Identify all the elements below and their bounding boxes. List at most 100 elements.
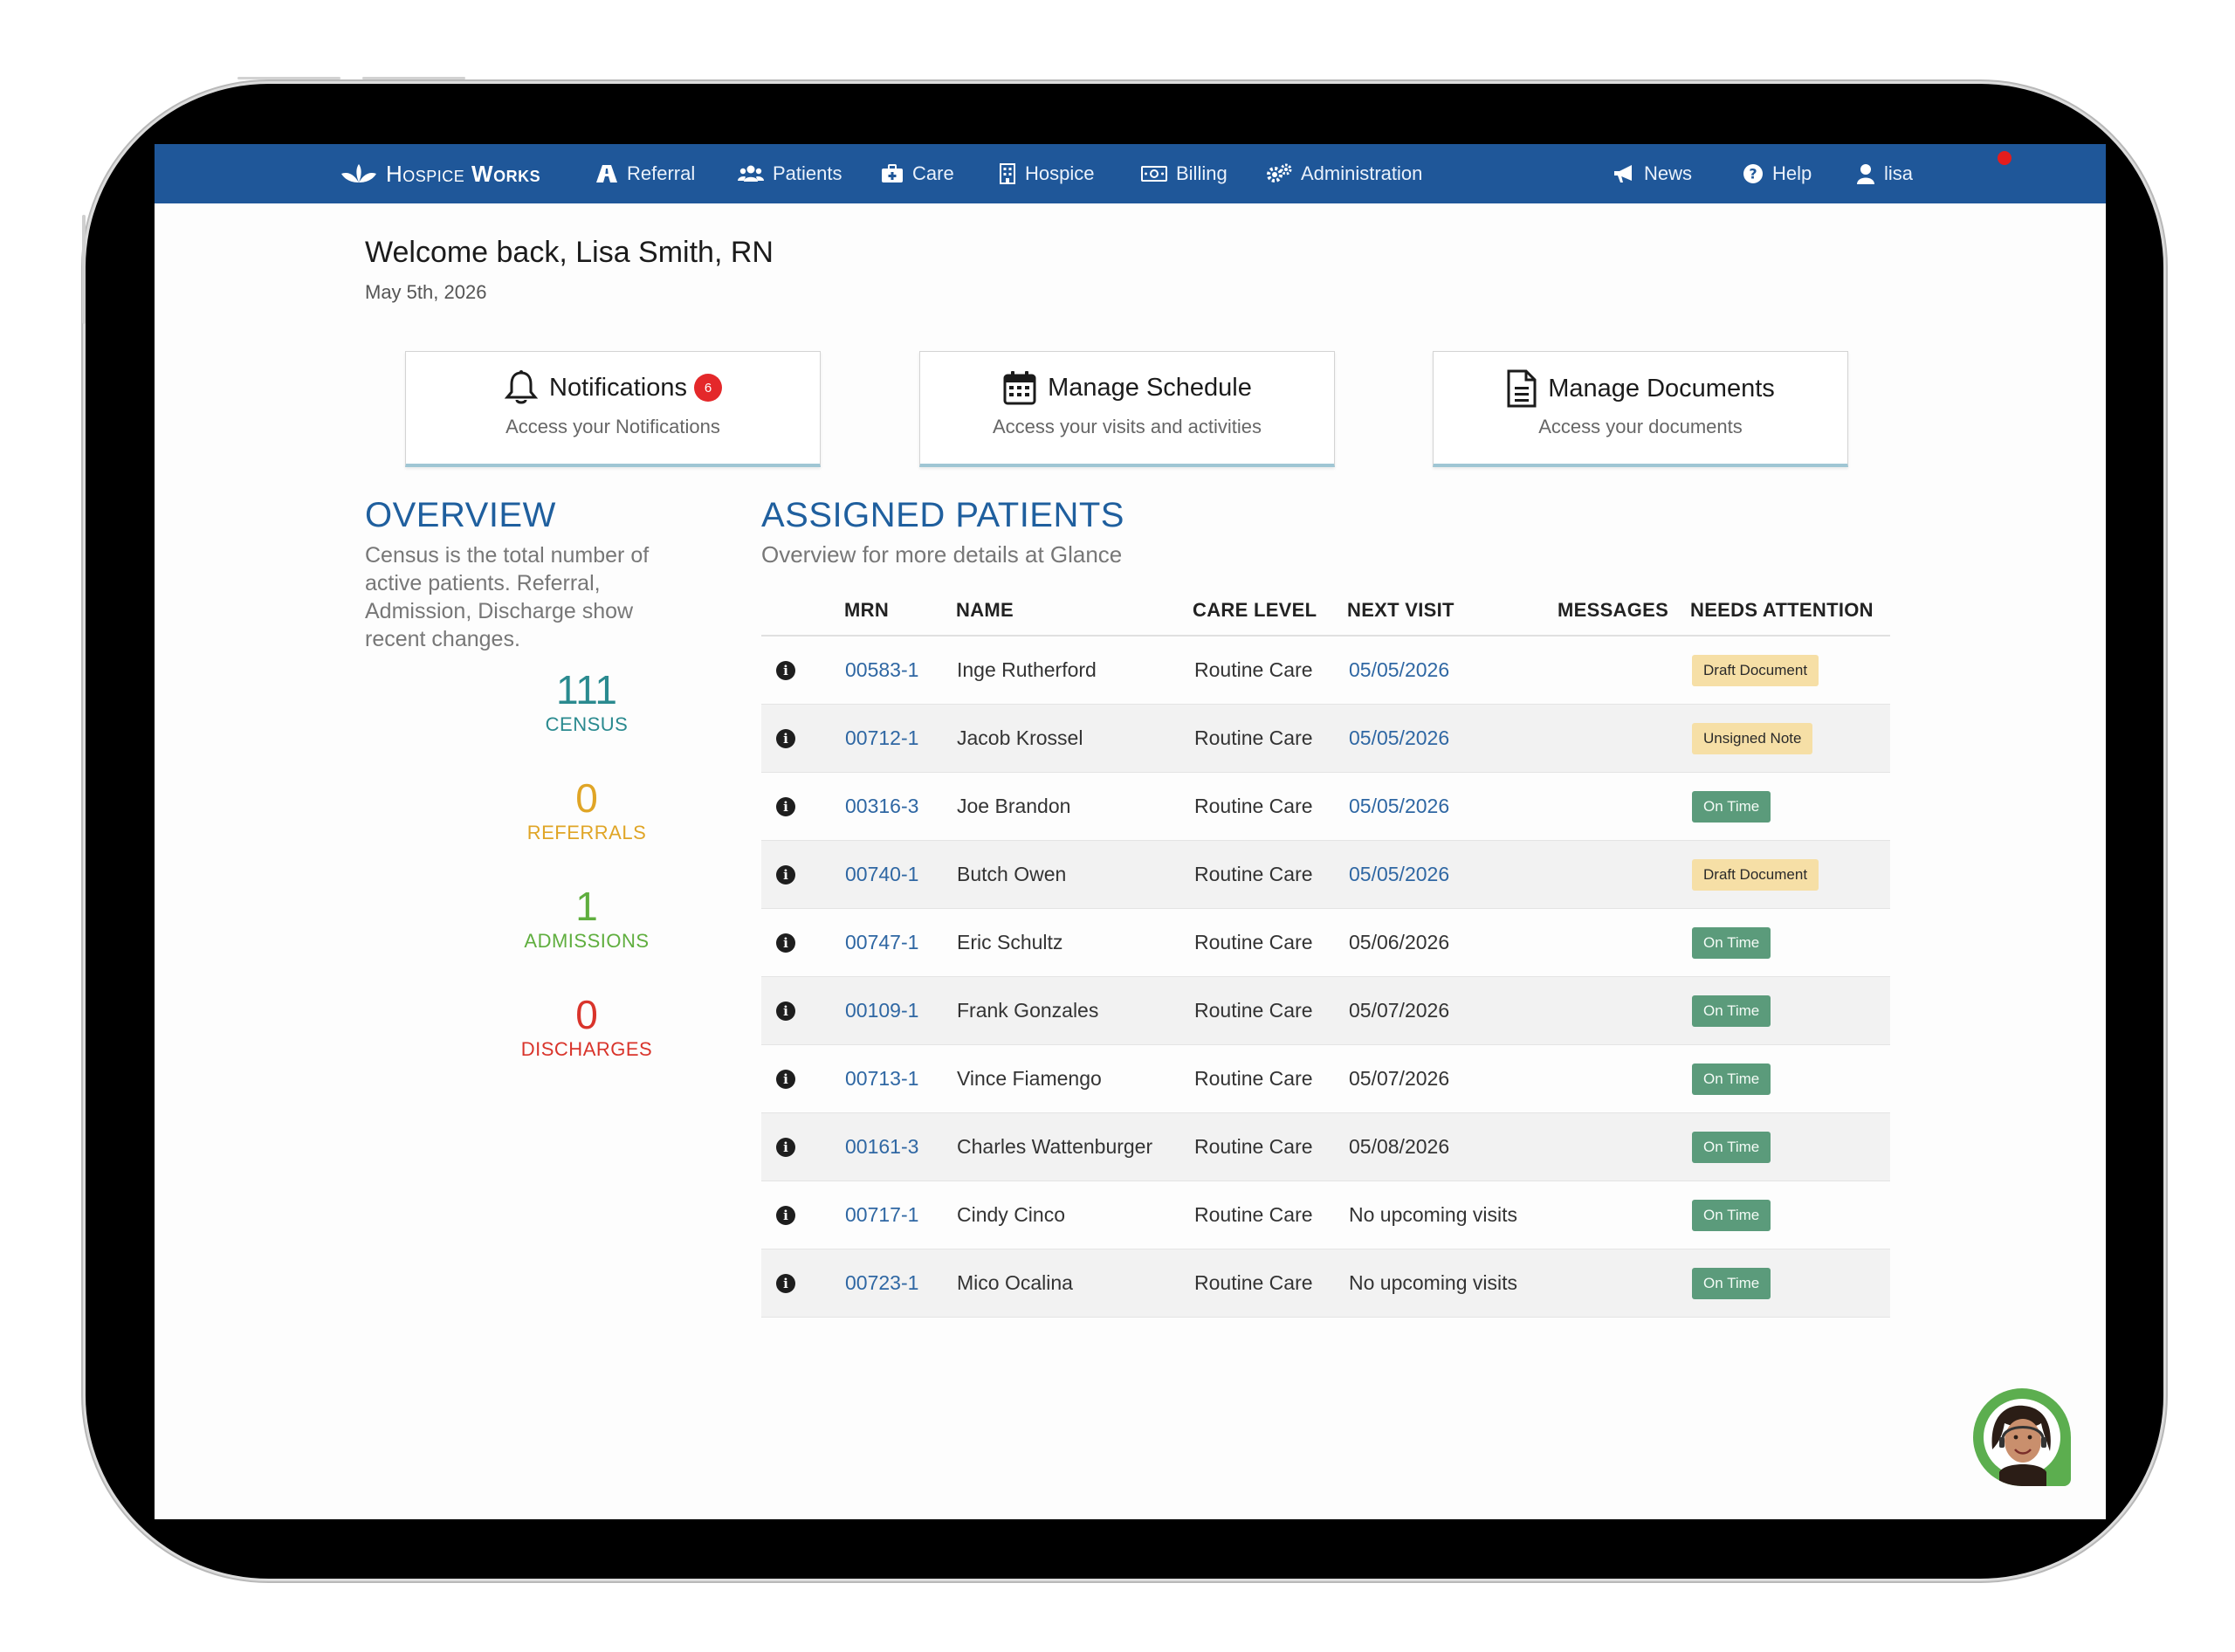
nav-news[interactable]: News [1613, 144, 1692, 203]
nav-label: Help [1772, 162, 1812, 184]
document-icon [1507, 369, 1537, 408]
needs-attention-tag[interactable]: On Time [1692, 1131, 1771, 1163]
needs-attention-tag[interactable]: On Time [1692, 790, 1771, 823]
needs-attention-tag[interactable]: On Time [1692, 1063, 1771, 1095]
patient-mrn-link[interactable]: 00316-3 [845, 773, 918, 840]
column-header-messages[interactable]: MESSAGES [1558, 585, 1668, 635]
needs-attention-cell: Unsigned Note [1692, 705, 1813, 772]
row-info-button[interactable]: i [776, 1181, 795, 1249]
support-chat-avatar[interactable] [1973, 1388, 2071, 1486]
info-icon: i [776, 1069, 795, 1089]
table-row[interactable]: i 00316-3 Joe Brandon Routine Care 05/05/202… [761, 773, 1890, 841]
row-info-button[interactable]: i [776, 705, 795, 772]
needs-attention-tag[interactable]: On Time [1692, 1199, 1771, 1231]
needs-attention-tag[interactable]: On Time [1692, 1267, 1771, 1299]
info-icon: i [776, 1273, 795, 1293]
care-level: Routine Care [1194, 863, 1313, 885]
table-row[interactable]: i 00712-1 Jacob Krossel Routine Care 05/05/2… [761, 705, 1890, 773]
care-level: Routine Care [1194, 1135, 1313, 1158]
patient-name: Eric Schultz [957, 931, 1063, 953]
current-date: May 5th, 2026 [365, 281, 487, 303]
needs-attention-tag[interactable]: On Time [1692, 995, 1771, 1027]
row-info-button[interactable]: i [776, 909, 795, 976]
nav-care[interactable]: Care [881, 144, 954, 203]
patient-mrn-link[interactable]: 00747-1 [845, 909, 918, 976]
needs-attention-tag[interactable]: Unsigned Note [1692, 722, 1813, 754]
next-visit[interactable]: 05/05/2026 [1349, 773, 1449, 840]
table-row[interactable]: i 00717-1 Cindy Cinco Routine Care No upcomi… [761, 1181, 1890, 1249]
needs-attention-tag[interactable]: Draft Document [1692, 858, 1819, 891]
overview-title: OVERVIEW [365, 496, 556, 534]
manage-schedule-card[interactable]: Manage Schedule Access your visits and a… [919, 351, 1335, 467]
row-info-button[interactable]: i [776, 773, 795, 840]
row-info-button[interactable]: i [776, 1045, 795, 1112]
nav-administration[interactable]: Administration [1266, 144, 1422, 203]
nav-referral[interactable]: Referral [595, 144, 695, 203]
patient-mrn-link[interactable]: 00583-1 [845, 637, 918, 704]
patient-name: Charles Wattenburger [957, 1135, 1153, 1158]
tablet-top-button [362, 77, 465, 79]
patient-mrn-link[interactable]: 00712-1 [845, 705, 918, 772]
needs-attention-tag[interactable]: Draft Document [1692, 654, 1819, 686]
next-visit: No upcoming visits [1349, 1203, 1518, 1226]
table-row[interactable]: i 00723-1 Mico Ocalina Routine Care No upcom… [761, 1249, 1890, 1318]
nav-user[interactable]: lisa [1856, 144, 1913, 203]
needs-attention-cell: On Time [1692, 1249, 1771, 1317]
patient-mrn-link[interactable]: 00717-1 [845, 1181, 918, 1249]
logo[interactable]: Hospice Works [340, 144, 540, 203]
column-header-name[interactable]: NAME [956, 585, 1014, 635]
notifications-title: Notifications [549, 373, 687, 402]
patient-mrn-link[interactable]: 00161-3 [845, 1113, 918, 1180]
stat-discharges[interactable]: 0 DISCHARGES [478, 993, 696, 1061]
manage-documents-card[interactable]: Manage Documents Access your documents [1433, 351, 1848, 467]
next-visit[interactable]: 05/05/2026 [1349, 637, 1449, 704]
patient-name: Cindy Cinco [957, 1203, 1065, 1226]
next-visit: No upcoming visits [1349, 1271, 1518, 1294]
care-level: Routine Care [1194, 795, 1313, 817]
stat-census[interactable]: 111 CENSUS [478, 668, 696, 736]
needs-attention-tag[interactable]: On Time [1692, 926, 1771, 959]
table-row[interactable]: i 00713-1 Vince Fiamengo Routine Care 05/07/… [761, 1045, 1890, 1113]
patient-name: Inge Rutherford [957, 658, 1097, 681]
nav-billing[interactable]: Billing [1141, 144, 1228, 203]
stat-admissions[interactable]: 1 ADMISSIONS [478, 885, 696, 953]
card-subtitle: Access your Notifications [505, 416, 720, 437]
next-visit[interactable]: 05/05/2026 [1349, 705, 1449, 772]
needs-attention-cell: On Time [1692, 977, 1771, 1044]
bullhorn-icon [1614, 165, 1632, 182]
info-icon: i [776, 933, 795, 953]
column-header-mrn[interactable]: MRN [844, 585, 889, 635]
column-header-care-level[interactable]: CARE LEVEL [1193, 585, 1317, 635]
stat-value: 111 [556, 667, 617, 712]
nav-patients[interactable]: Patients [738, 144, 842, 203]
stat-referrals[interactable]: 0 REFERRALS [478, 776, 696, 844]
top-navbar: Hospice Works Referral Patients Care Hos… [155, 144, 2106, 203]
stat-label: CENSUS [545, 713, 629, 735]
row-info-button[interactable]: i [776, 637, 795, 704]
row-info-button[interactable]: i [776, 977, 795, 1044]
patient-mrn-link[interactable]: 00713-1 [845, 1045, 918, 1112]
patient-mrn-link[interactable]: 00740-1 [845, 841, 918, 908]
stat-label: DISCHARGES [520, 1038, 653, 1060]
patient-name: Joe Brandon [957, 795, 1071, 817]
table-row[interactable]: i 00583-1 Inge Rutherford Routine Care 05/05… [761, 637, 1890, 705]
notifications-card[interactable]: Notifications 6 Access your Notification… [405, 351, 821, 467]
row-info-button[interactable]: i [776, 841, 795, 908]
needs-attention-cell: On Time [1692, 1045, 1771, 1112]
next-visit[interactable]: 05/05/2026 [1349, 841, 1449, 908]
table-row[interactable]: i 00161-3 Charles Wattenburger Routine Care… [761, 1113, 1890, 1181]
column-header-needs-attention[interactable]: NEEDS ATTENTION [1690, 585, 1874, 635]
patient-mrn-link[interactable]: 00109-1 [845, 977, 918, 1044]
patient-mrn-link[interactable]: 00723-1 [845, 1249, 918, 1317]
patient-name: Frank Gonzales [957, 999, 1099, 1022]
nav-help[interactable]: ? Help [1743, 144, 1812, 203]
column-header-next-visit[interactable]: NEXT VISIT [1347, 585, 1454, 635]
row-info-button[interactable]: i [776, 1113, 795, 1180]
table-row[interactable]: i 00740-1 Butch Owen Routine Care 05/05/2026… [761, 841, 1890, 909]
table-row[interactable]: i 00109-1 Frank Gonzales Routine Care 05/07/… [761, 977, 1890, 1045]
table-row[interactable]: i 00747-1 Eric Schultz Routine Care 05/06/20… [761, 909, 1890, 977]
row-info-button[interactable]: i [776, 1249, 795, 1317]
nav-hospice[interactable]: Hospice [999, 144, 1094, 203]
money-icon [1141, 166, 1167, 182]
road-icon [596, 165, 617, 182]
